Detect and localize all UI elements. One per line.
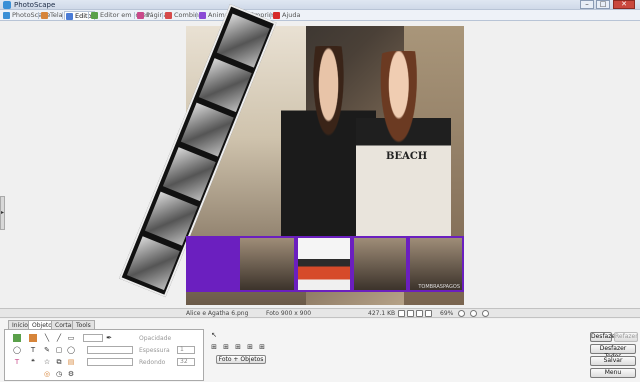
window-title: PhotoScape: [14, 1, 56, 9]
tab-separator: [196, 12, 197, 19]
info-icon[interactable]: [482, 310, 489, 317]
zoom-level: 69%: [440, 310, 454, 317]
clock-icon[interactable]: ◷: [55, 370, 63, 378]
fit-icon[interactable]: [398, 310, 405, 317]
align-icon[interactable]: ⊞: [246, 343, 254, 351]
tab-separator: [162, 12, 163, 19]
ellipse-tool-icon[interactable]: ◯: [67, 346, 75, 354]
speech-balloon-icon[interactable]: ◯: [13, 346, 21, 354]
rounding-label: Redondo: [139, 359, 166, 366]
minimize-button[interactable]: –: [580, 0, 594, 9]
actual-size-icon[interactable]: [407, 310, 414, 317]
circle-stamp-icon[interactable]: ◎: [43, 370, 51, 378]
thumbnail: [298, 238, 350, 290]
diagonal-line-icon[interactable]: ╱: [55, 334, 63, 342]
tab-viewer[interactable]: Tela: [40, 11, 63, 20]
opacity-label: Opacidade: [139, 335, 172, 342]
status-filename: Alice e Agatha 6.png: [186, 310, 249, 317]
undo-button[interactable]: Desfazer: [590, 332, 618, 342]
align-icon[interactable]: ⊞: [210, 343, 218, 351]
batch-editor-icon: [91, 12, 98, 19]
text-tool-icon[interactable]: T: [29, 346, 37, 354]
viewer-icon: [41, 12, 48, 19]
editor-icon: [66, 13, 73, 20]
align-icon[interactable]: ⊞: [258, 343, 266, 351]
redo-button[interactable]: Refazer: [614, 332, 638, 342]
thumbnail: [410, 238, 462, 290]
text-style-icon[interactable]: T: [13, 358, 21, 366]
copy-object-icon[interactable]: ⧉: [55, 358, 63, 366]
combine-icon: [165, 12, 172, 19]
fill-tool-icon[interactable]: ▤: [67, 358, 75, 366]
eyedropper-icon[interactable]: ✒: [105, 334, 113, 342]
save-button[interactable]: Salvar: [590, 356, 636, 366]
title-bar: PhotoScape – □ ✕: [0, 0, 640, 10]
tab-separator: [88, 12, 89, 19]
undo-all-button[interactable]: Desfazer Todos: [590, 344, 636, 360]
photo-objects-button[interactable]: Foto + Objetos: [216, 355, 266, 364]
photoscape-icon: [3, 12, 10, 19]
panel-toggle-handle[interactable]: [0, 196, 5, 230]
compare-icon[interactable]: [470, 310, 477, 317]
tab-label: Tela: [50, 11, 63, 19]
quote-icon[interactable]: ❝: [29, 358, 37, 366]
tab-separator: [134, 12, 135, 19]
bottom-panel: Início Objeto Cortar Tools ◯ T T ❝ ╲ ╱ ▭…: [0, 319, 640, 382]
app-icon: [3, 1, 11, 9]
status-dimensions: Foto 900 x 900: [266, 310, 312, 317]
gear-icon[interactable]: ⚙: [67, 370, 75, 378]
tab-label: Ajuda: [282, 11, 301, 19]
shirt-text: BEACH: [386, 151, 428, 162]
tab-separator: [270, 12, 271, 19]
pen-tool-icon[interactable]: ✎: [43, 346, 51, 354]
icon-object-icon[interactable]: [29, 334, 37, 342]
tab-separator: [38, 12, 39, 19]
photo-object-icon[interactable]: [13, 334, 21, 342]
line-tool-icon[interactable]: ╲: [43, 334, 51, 342]
tab-help[interactable]: Ajuda: [272, 11, 300, 20]
thickness-input[interactable]: 1: [177, 346, 195, 354]
tab-separator: [62, 12, 63, 19]
zoom-in-icon[interactable]: [425, 310, 432, 317]
line-style-select[interactable]: [87, 346, 133, 354]
close-button[interactable]: ✕: [613, 0, 635, 9]
zoom-out-icon[interactable]: [416, 310, 423, 317]
help-icon: [273, 12, 280, 19]
status-filesize: 427.1 KB: [368, 310, 396, 317]
gif-icon: [199, 12, 206, 19]
tab-tools[interactable]: Tools: [72, 320, 95, 329]
rounding-input[interactable]: 32: [177, 358, 195, 366]
align-icon[interactable]: ⊞: [234, 343, 242, 351]
object-toolbox: ◯ T T ❝ ╲ ╱ ▭ ✎ ▢ ◯ ☆ ⧉ ▤ ◎ ◷ ⚙ ✒ Opacid…: [4, 329, 204, 381]
rounded-rect-icon[interactable]: ▢: [55, 346, 63, 354]
thickness-label: Espessura: [139, 347, 170, 354]
page-icon: [137, 12, 144, 19]
thumbnail: [240, 238, 294, 290]
color-swatch[interactable]: [83, 334, 103, 342]
shape-style-select[interactable]: [87, 358, 133, 366]
star-tool-icon[interactable]: ☆: [43, 358, 51, 366]
status-bar: Alice e Agatha 6.png Foto 900 x 900 427.…: [0, 308, 640, 318]
rectangle-tool-icon[interactable]: ▭: [67, 334, 75, 342]
menu-button[interactable]: Menu: [590, 368, 636, 378]
select-cursor-icon[interactable]: ↖: [210, 331, 218, 339]
main-tab-bar: PhotoScape Tela Editor Editor em lotes P…: [0, 10, 640, 21]
thumbnail-strip[interactable]: TOMBRASPAGOS: [186, 236, 464, 292]
thumbnail: [354, 238, 406, 290]
align-icon[interactable]: ⊞: [222, 343, 230, 351]
zoom-dropdown-icon[interactable]: [458, 310, 465, 317]
photo-credit: TOMBRASPAGOS: [418, 284, 460, 290]
maximize-button[interactable]: □: [596, 0, 610, 9]
